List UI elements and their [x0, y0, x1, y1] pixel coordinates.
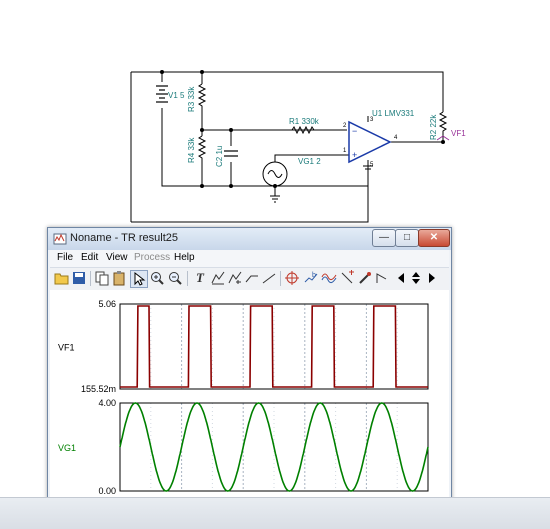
result-window: Noname - TR result25 — □ ✕ File Edit Vie… — [47, 227, 452, 529]
grid — [150, 304, 398, 491]
menu-view[interactable]: View — [106, 252, 128, 263]
app-icon — [53, 233, 67, 245]
step-icon[interactable] — [375, 270, 391, 286]
marker-plus-icon[interactable] — [339, 270, 355, 286]
wire-u1-gnd — [131, 160, 369, 223]
r4-label: R4 33k — [187, 137, 196, 163]
pointer-icon[interactable] — [130, 270, 148, 288]
r3-label: R3 33k — [187, 86, 196, 112]
paste-icon[interactable] — [111, 270, 127, 286]
line-icon[interactable] — [261, 270, 277, 286]
crosshair-icon[interactable] — [284, 270, 300, 286]
pin-4: 4 — [394, 135, 398, 141]
updown-icon[interactable] — [408, 270, 424, 286]
b-cursor-icon[interactable]: b — [303, 270, 319, 286]
svg-text:b: b — [312, 272, 316, 279]
y-tick-label: 4.00 — [98, 398, 116, 408]
wire-r3-r4-node — [201, 112, 347, 131]
y-tick-label: 155.52m — [81, 384, 116, 394]
pin-2: 2 — [343, 123, 347, 129]
pin-1: 1 — [343, 148, 347, 154]
menu-help[interactable]: Help — [174, 252, 195, 263]
plot-area[interactable]: 5.06155.52mVF14.000.00VG10.001.00u2.00u3… — [50, 290, 449, 529]
y-tick-label: 5.06 — [98, 299, 116, 309]
battery-v1 — [156, 85, 168, 103]
panel-name-vg1: VG1 — [58, 443, 76, 453]
axis-labels: 5.06155.52mVF14.000.00VG10.001.00u2.00u3… — [58, 299, 439, 526]
toolbar: T b — [50, 267, 449, 291]
pin-5: 5 — [370, 162, 374, 168]
save-icon[interactable] — [71, 270, 87, 286]
slope-icon[interactable] — [244, 270, 260, 286]
vf1-label: VF1 — [451, 129, 466, 138]
minimize-button[interactable]: — — [372, 229, 396, 247]
circuit-schematic: − + V1 5 R3 33k R4 33k C2 1u R1 330k VG1… — [130, 70, 466, 223]
menu-edit[interactable]: Edit — [81, 252, 98, 263]
resistor-r4 — [197, 135, 207, 160]
comparator-u1: − + — [348, 120, 392, 164]
wave-icon[interactable] — [321, 270, 337, 286]
menu-bar: File Edit View Process Help — [50, 250, 449, 267]
vg1-label: VG1 2 — [298, 157, 321, 166]
zoom-out-icon[interactable] — [167, 270, 183, 286]
toolbar-separator — [187, 271, 188, 286]
title-bar[interactable]: Noname - TR result25 — □ ✕ — [48, 228, 451, 250]
window-title: Noname - TR result25 — [70, 232, 179, 244]
waveform-chart[interactable]: 5.06155.52mVF14.000.00VG10.001.00u2.00u3… — [50, 290, 449, 529]
r1-label: R1 330k — [289, 117, 320, 126]
resistor-r3 — [197, 83, 207, 112]
v1-label: V1 5 — [168, 91, 185, 100]
close-button[interactable]: ✕ — [418, 229, 450, 247]
toolbar-separator — [280, 271, 281, 286]
y-tick-label: 0.00 — [98, 486, 116, 496]
text-icon[interactable]: T — [192, 270, 208, 286]
r2-label: R2 22k — [429, 114, 438, 140]
capacitor-c2 — [224, 150, 238, 157]
trace-vg1 — [119, 402, 429, 492]
panel-name-vf1: VF1 — [58, 343, 75, 353]
maximize-button[interactable]: □ — [395, 229, 419, 247]
zoom-in-icon[interactable] — [149, 270, 165, 286]
left-arrow-icon[interactable] — [393, 270, 409, 286]
open-icon[interactable] — [54, 270, 70, 286]
cursor-icon[interactable] — [210, 270, 226, 286]
copy-icon[interactable] — [94, 270, 110, 286]
c2-label: C2 1u — [215, 146, 224, 167]
probe-icon[interactable] — [357, 270, 373, 286]
ground-vg1 — [270, 195, 280, 203]
u1-label: U1 LMV331 — [372, 109, 415, 118]
resistor-r2 — [438, 111, 448, 136]
right-arrow-icon[interactable] — [424, 270, 440, 286]
menu-file[interactable]: File — [57, 252, 73, 263]
trace-vf1 — [120, 305, 428, 388]
svg-text:−: − — [352, 126, 357, 136]
a-marker-icon[interactable] — [227, 270, 243, 286]
toolbar-separator — [90, 271, 91, 286]
signal-source-vg1 — [262, 161, 288, 187]
taskbar — [0, 497, 550, 529]
svg-text:+: + — [352, 150, 357, 160]
menu-process[interactable]: Process — [134, 252, 170, 263]
